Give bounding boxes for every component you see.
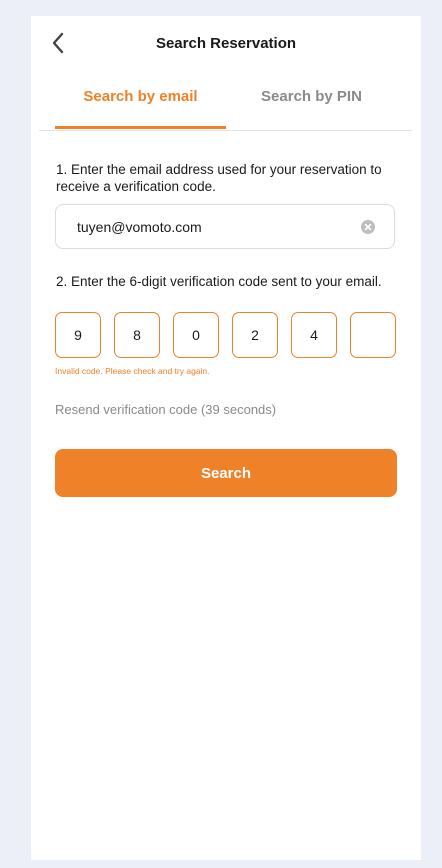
email-value[interactable]: tuyen@vomoto.com <box>77 219 361 235</box>
email-field[interactable]: tuyen@vomoto.com <box>55 204 395 249</box>
resend-code-link[interactable]: Resend verification code (39 seconds) <box>55 402 276 417</box>
verification-code-input: 9 8 0 2 4 <box>55 312 397 360</box>
step-2-instruction: 2. Enter the 6-digit verification code s… <box>56 274 382 289</box>
search-reservation-card: Search Reservation Search by email Searc… <box>31 16 421 860</box>
search-button[interactable]: Search <box>55 449 397 497</box>
step-1-instruction: 1. Enter the email address used for your… <box>56 162 382 194</box>
tab-search-by-pin[interactable]: Search by PIN <box>226 88 397 128</box>
code-digit-6[interactable] <box>350 312 396 358</box>
tab-bar: Search by email Search by PIN <box>39 88 412 131</box>
code-digit-4[interactable]: 2 <box>232 312 278 358</box>
code-digit-3[interactable]: 0 <box>173 312 219 358</box>
code-digit-5[interactable]: 4 <box>291 312 337 358</box>
header: Search Reservation <box>31 16 421 72</box>
code-digit-2[interactable]: 8 <box>114 312 160 358</box>
active-tab-indicator <box>55 126 226 129</box>
code-digit-1[interactable]: 9 <box>55 312 101 358</box>
tab-search-by-email[interactable]: Search by email <box>55 88 226 128</box>
code-error-message: Invalid code. Please check and try again… <box>55 366 210 376</box>
clear-icon[interactable] <box>361 219 375 234</box>
x-mark-icon <box>364 223 372 230</box>
page-title: Search Reservation <box>155 35 297 52</box>
